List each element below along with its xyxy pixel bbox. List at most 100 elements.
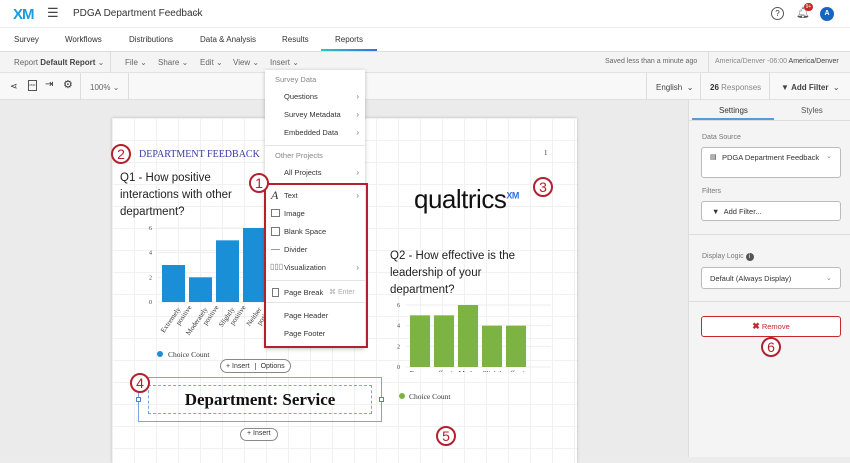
menu-view[interactable]: View ⌄ xyxy=(233,58,259,67)
menu-item-embedded-data[interactable]: Embedded Data › xyxy=(265,128,365,140)
q2-title[interactable]: Q2 - How effective is the leadership of … xyxy=(390,248,540,299)
resize-handle[interactable] xyxy=(379,397,384,402)
hamburger-menu-icon[interactable]: ☰ xyxy=(47,5,59,21)
tab-styles[interactable]: Styles xyxy=(801,106,823,115)
legend-marker xyxy=(157,351,163,357)
bar xyxy=(162,265,185,302)
report-toolbar: Report Default Report ⌄ File ⌄ Share ⌄ E… xyxy=(0,52,850,73)
xm-logo[interactable]: XM xyxy=(13,6,34,23)
divider xyxy=(769,73,770,100)
chevron-down-icon[interactable]: ⌄ xyxy=(193,8,200,17)
bar xyxy=(243,228,266,302)
y-tick-label: 2 xyxy=(397,344,400,350)
highlight-box xyxy=(264,183,368,348)
page-number: 1 xyxy=(544,149,548,157)
tab-distributions[interactable]: Distributions xyxy=(129,35,173,44)
x-tick-label: effecti xyxy=(507,370,525,372)
x-tick-label: effecti xyxy=(435,370,453,372)
add-filter-button[interactable]: ▼ Add Filter ⌄ xyxy=(781,83,840,92)
export-icon[interactable]: ⇥ xyxy=(45,79,53,90)
y-tick-label: 6 xyxy=(149,226,152,232)
q2-legend: Choice Count xyxy=(409,392,451,401)
main-tabs: Survey Workflows Distributions Data & An… xyxy=(0,28,850,52)
insert-button[interactable]: + Insert xyxy=(221,362,256,370)
divider xyxy=(689,301,850,302)
save-status: Saved less than a minute ago xyxy=(605,58,698,65)
add-filter-field[interactable]: ▼ Add Filter... xyxy=(701,201,841,221)
settings-panel: Settings Styles Data Source ▤ PDGA Depar… xyxy=(688,100,850,457)
tab-survey[interactable]: Survey xyxy=(14,35,39,44)
page-header-text[interactable]: DEPARTMENT FEEDBACK xyxy=(139,149,260,160)
bar xyxy=(216,240,239,302)
gear-icon[interactable]: ⚙ xyxy=(63,78,73,91)
tab-reports[interactable]: Reports xyxy=(335,35,363,44)
text-block-inner: Department: Service xyxy=(148,385,372,414)
tab-data-analysis[interactable]: Data & Analysis xyxy=(200,35,256,44)
qualtrics-logo: qualtricsXM xyxy=(414,184,519,214)
divider xyxy=(708,52,709,73)
language-selector[interactable]: English ⌄ xyxy=(656,83,693,92)
menu-item-all-projects[interactable]: All Projects › xyxy=(265,168,365,180)
menu-share[interactable]: Share ⌄ xyxy=(158,58,188,67)
bar xyxy=(410,315,430,367)
bar xyxy=(506,325,526,367)
y-tick-label: 4 xyxy=(149,251,152,257)
data-source-select[interactable]: ▤ PDGA Department Feedback ⌄ xyxy=(701,147,841,178)
menu-section-header: Other Projects xyxy=(275,151,323,160)
bar xyxy=(434,315,454,367)
share-icon[interactable]: ⋖ xyxy=(10,81,18,92)
x-tick-label: Moderatelypositive xyxy=(184,299,220,341)
q1-chart[interactable]: 0246ExtremelypositiveModeratelypositiveS… xyxy=(142,222,282,342)
bar xyxy=(189,277,212,302)
report-selector[interactable]: Report Default Report ⌄ xyxy=(14,58,104,67)
y-tick-label: 6 xyxy=(397,303,400,309)
menu-edit[interactable]: Edit ⌄ xyxy=(200,58,223,67)
menu-file[interactable]: File ⌄ xyxy=(125,58,147,67)
divider xyxy=(80,73,81,100)
menu-insert[interactable]: Insert ⌄ xyxy=(270,58,299,67)
data-source-value: PDGA Department Feedback xyxy=(722,153,820,162)
q1-title[interactable]: Q1 - How positive interactions with othe… xyxy=(120,170,260,221)
zoom-selector[interactable]: 100% ⌄ xyxy=(90,83,119,92)
x-tick-label: Moder xyxy=(459,370,478,372)
q2-chart[interactable]: 0 2 4 6 Extrem effecti Moder Slightl effecti xyxy=(394,302,554,372)
view-toolbar: ⋖ PDF ⇥ ⚙ 100% ⌄ English ⌄ 26 Responses … xyxy=(0,73,850,100)
menu-item-survey-metadata[interactable]: Survey Metadata › xyxy=(265,110,365,122)
info-icon: i xyxy=(745,253,754,261)
legend-marker xyxy=(399,393,405,399)
timezone[interactable]: America/Denver -06:00 America/Denver xyxy=(715,58,839,65)
y-tick-label: 0 xyxy=(149,300,152,306)
bar xyxy=(482,325,502,367)
insert-button[interactable]: + Insert xyxy=(240,428,278,441)
x-tick-label: Slightlypositive xyxy=(217,299,247,333)
options-button[interactable]: Options xyxy=(256,363,290,370)
q1-legend: Choice Count xyxy=(168,350,210,359)
callout-1: 1 xyxy=(249,173,269,193)
tab-workflows[interactable]: Workflows xyxy=(65,35,102,44)
remove-button[interactable]: ✖ Remove xyxy=(701,316,841,337)
project-title[interactable]: PDGA Department Feedback xyxy=(73,8,203,19)
tab-settings[interactable]: Settings xyxy=(719,106,748,115)
avatar[interactable]: A xyxy=(820,7,834,21)
responses-count: 26 Responses xyxy=(710,83,762,92)
display-logic-select[interactable]: Default (Always Display) ⌄ xyxy=(701,267,841,289)
divider xyxy=(128,73,129,100)
y-tick-label: 2 xyxy=(149,275,152,281)
resize-handle[interactable] xyxy=(136,397,141,402)
top-bar: XM ☰ PDGA Department Feedback ⌄ ? 🔔︎ 9+ … xyxy=(0,0,850,28)
active-tab-indicator xyxy=(321,49,377,51)
callout-5: 5 xyxy=(436,426,456,446)
callout-4: 4 xyxy=(130,373,150,393)
help-icon[interactable]: ? xyxy=(771,7,784,20)
callout-3: 3 xyxy=(533,177,553,197)
y-tick-label: 4 xyxy=(397,324,400,330)
x-tick-label: Extrem xyxy=(410,370,431,372)
tab-results[interactable]: Results xyxy=(282,35,309,44)
pdf-icon[interactable]: PDF xyxy=(28,80,37,91)
selected-text-block[interactable]: Department: Service xyxy=(136,377,384,422)
divider xyxy=(646,73,647,100)
bar xyxy=(458,305,478,367)
section-title[interactable]: Department: Service xyxy=(185,390,336,409)
menu-item-questions[interactable]: Questions › xyxy=(265,92,365,104)
y-tick-label: 0 xyxy=(397,365,400,371)
